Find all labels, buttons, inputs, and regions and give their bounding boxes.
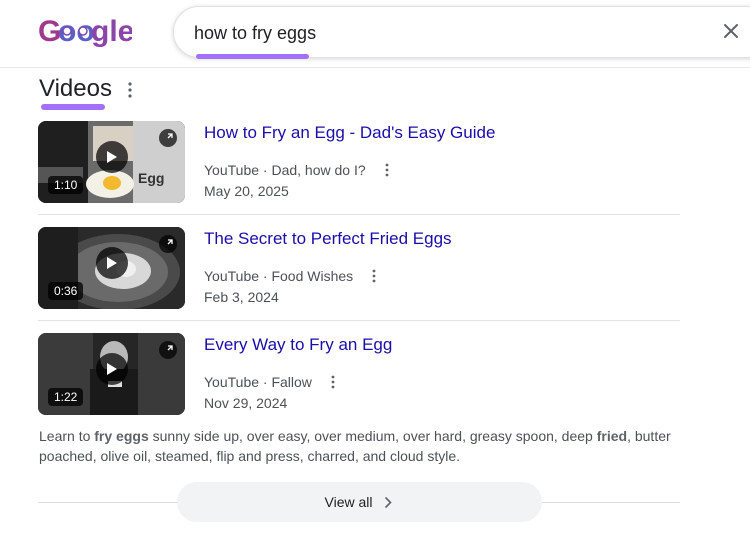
play-icon xyxy=(107,151,117,163)
videos-section-title: Videos xyxy=(39,75,112,102)
expand-button[interactable] xyxy=(159,129,177,147)
video-date: Nov 29, 2024 xyxy=(204,395,288,411)
play-button[interactable] xyxy=(96,247,128,279)
chevron-right-icon xyxy=(384,496,395,508)
video-source: YouTube · Dad, how do I? xyxy=(204,162,366,178)
video-duration: 0:36 xyxy=(48,282,84,300)
expand-icon xyxy=(167,345,173,351)
view-all-button[interactable]: View all xyxy=(177,482,542,522)
snippet-text: Learn to xyxy=(39,428,95,444)
expand-icon xyxy=(167,133,173,139)
expand-icon xyxy=(167,239,173,245)
video-result: 0:36 The Secret to Perfect Fried Eggs Yo… xyxy=(0,227,750,317)
video-thumbnail[interactable]: Egg 1:10 xyxy=(38,121,185,203)
video-date: May 20, 2025 xyxy=(204,183,289,199)
search-query-highlight xyxy=(196,54,309,59)
search-input[interactable] xyxy=(194,21,674,45)
google-logo-icon: G oo gle xyxy=(38,15,132,48)
video-date: Feb 3, 2024 xyxy=(204,289,279,305)
svg-text:gle: gle xyxy=(91,15,132,48)
snippet-text: sunny side up, over easy, over medium, o… xyxy=(148,428,597,444)
more-vert-icon xyxy=(372,269,376,283)
play-icon xyxy=(107,257,117,269)
more-vert-icon xyxy=(331,375,335,389)
video-source: YouTube · Food Wishes xyxy=(204,268,354,284)
video-thumbnail[interactable]: 1:22 xyxy=(38,333,185,415)
expand-button[interactable] xyxy=(159,235,177,253)
video-title-link[interactable]: The Secret to Perfect Fried Eggs xyxy=(204,229,452,249)
video-result: Egg 1:10 How to Fry an Egg - Dad's Easy … xyxy=(0,121,750,211)
divider xyxy=(38,214,680,215)
video-more-options-button[interactable] xyxy=(380,161,394,179)
view-all-label: View all xyxy=(324,494,373,510)
video-more-options-button[interactable] xyxy=(326,373,340,391)
more-vert-icon xyxy=(385,163,389,177)
video-result: 1:22 Every Way to Fry an Egg YouTube · F… xyxy=(0,333,750,423)
divider xyxy=(38,320,680,321)
videos-section-menu-button[interactable] xyxy=(122,80,138,100)
more-vert-icon xyxy=(128,82,132,98)
play-button[interactable] xyxy=(96,353,128,385)
videos-title-highlight xyxy=(41,104,105,110)
expand-button[interactable] xyxy=(159,341,177,359)
play-button[interactable] xyxy=(96,141,128,173)
video-source: YouTube · Fallow xyxy=(204,374,312,390)
clear-search-button[interactable] xyxy=(720,20,742,42)
videos-snippet: Learn to fry eggs sunny side up, over ea… xyxy=(39,426,679,466)
search-box[interactable] xyxy=(173,6,750,59)
video-title-link[interactable]: Every Way to Fry an Egg xyxy=(204,335,392,355)
video-duration: 1:22 xyxy=(48,388,84,406)
video-more-options-button[interactable] xyxy=(367,267,381,285)
video-meta: YouTube · Dad, how do I? xyxy=(204,161,394,179)
video-title-link[interactable]: How to Fry an Egg - Dad's Easy Guide xyxy=(204,123,495,143)
video-thumbnail[interactable]: 0:36 xyxy=(38,227,185,309)
play-icon xyxy=(107,363,117,375)
snippet-highlight: fried xyxy=(596,428,628,444)
google-logo[interactable]: G oo gle xyxy=(38,14,132,48)
thumbnail-caption: Egg xyxy=(138,170,165,186)
video-meta: YouTube · Fallow xyxy=(204,373,340,391)
close-icon xyxy=(724,24,738,38)
header: G oo gle xyxy=(0,0,750,68)
snippet-highlight: fry eggs xyxy=(94,428,149,444)
video-meta: YouTube · Food Wishes xyxy=(204,267,381,285)
video-duration: 1:10 xyxy=(48,176,84,194)
